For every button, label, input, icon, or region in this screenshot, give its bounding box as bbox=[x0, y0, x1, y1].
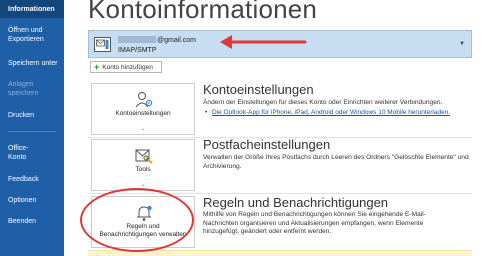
annotation-arrow bbox=[220, 35, 307, 49]
annotation-ellipse bbox=[80, 188, 194, 252]
